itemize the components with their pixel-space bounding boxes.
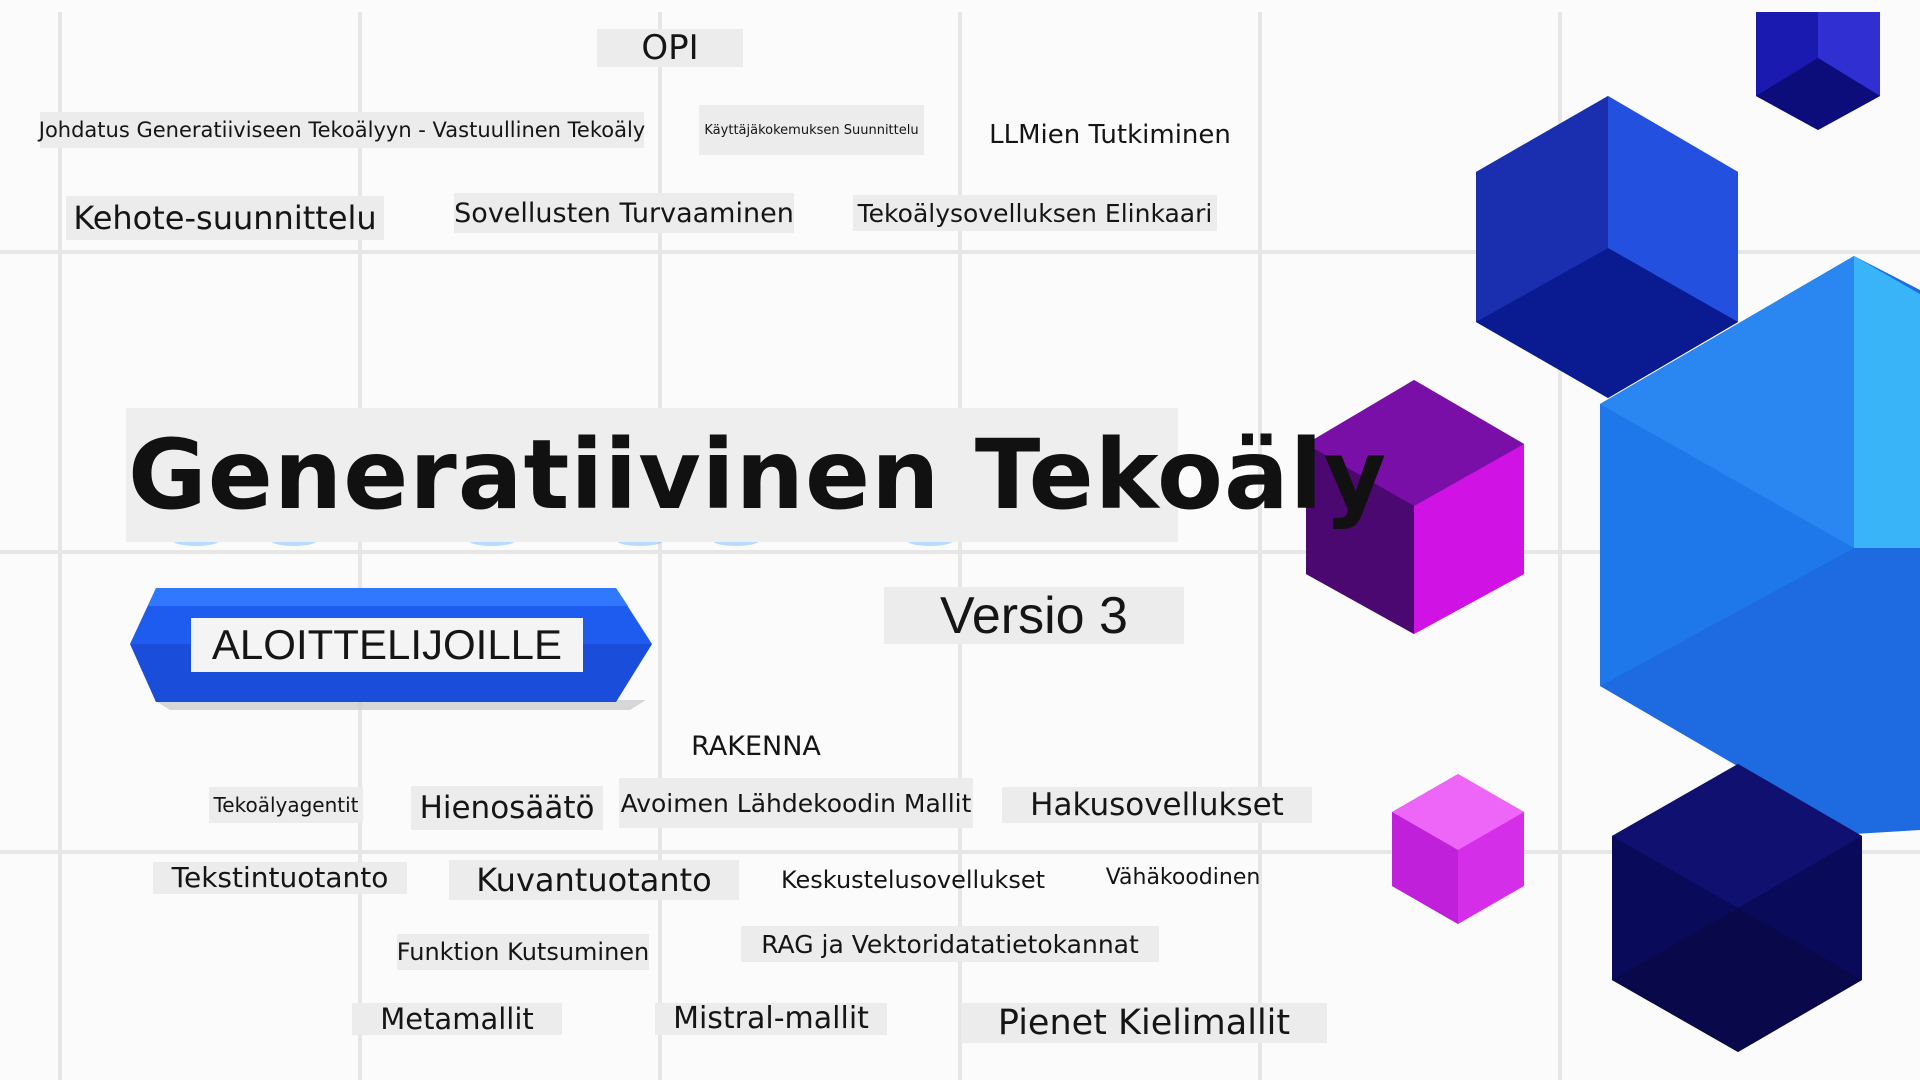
audience-badge: ALOITTELIJOILLE <box>191 618 583 672</box>
build-topic: Kuvantuotanto <box>449 860 739 900</box>
build-topic: Keskustelusovellukset <box>780 866 1046 894</box>
build-topic: Hienosäätö <box>411 786 603 830</box>
build-topic: Tekstintuotanto <box>153 862 407 894</box>
build-topic: Tekoälyagentit <box>209 787 363 823</box>
build-topic: Avoimen Lähdekoodin Mallit <box>619 778 973 828</box>
version-label: Versio 3 <box>884 587 1184 644</box>
build-topic: Metamallit <box>352 1003 562 1035</box>
build-topic: Mistral-mallit <box>655 1003 887 1035</box>
page-title: Generatiivinen Tekoäly <box>126 408 1386 542</box>
learn-topic: Käyttäjäkokemuksen Suunnittelu <box>699 105 924 155</box>
learn-topic: Johdatus Generatiiviseen Tekoälyyn - Vas… <box>39 112 645 148</box>
learn-topic: LLMien Tutkiminen <box>989 120 1231 150</box>
section-heading-learn: OPI <box>597 29 743 67</box>
navy-cube-top <box>1756 12 1880 130</box>
build-topic: RAG ja Vektoridatatietokannat <box>741 926 1159 962</box>
build-topic: Hakusovellukset <box>1002 787 1312 823</box>
build-topic: Funktion Kutsuminen <box>397 934 649 970</box>
learn-topic: Tekoälysovelluksen Elinkaari <box>853 195 1217 231</box>
magenta-cube <box>1392 774 1524 924</box>
learn-topic: Kehote-suunnittelu <box>66 196 384 240</box>
learn-topic: Sovellusten Turvaaminen <box>454 193 794 233</box>
build-topic: Vähäkoodinen <box>1105 865 1261 890</box>
section-heading-build: RAKENNA <box>691 730 821 762</box>
build-topic: Pienet Kielimallit <box>961 1003 1327 1043</box>
